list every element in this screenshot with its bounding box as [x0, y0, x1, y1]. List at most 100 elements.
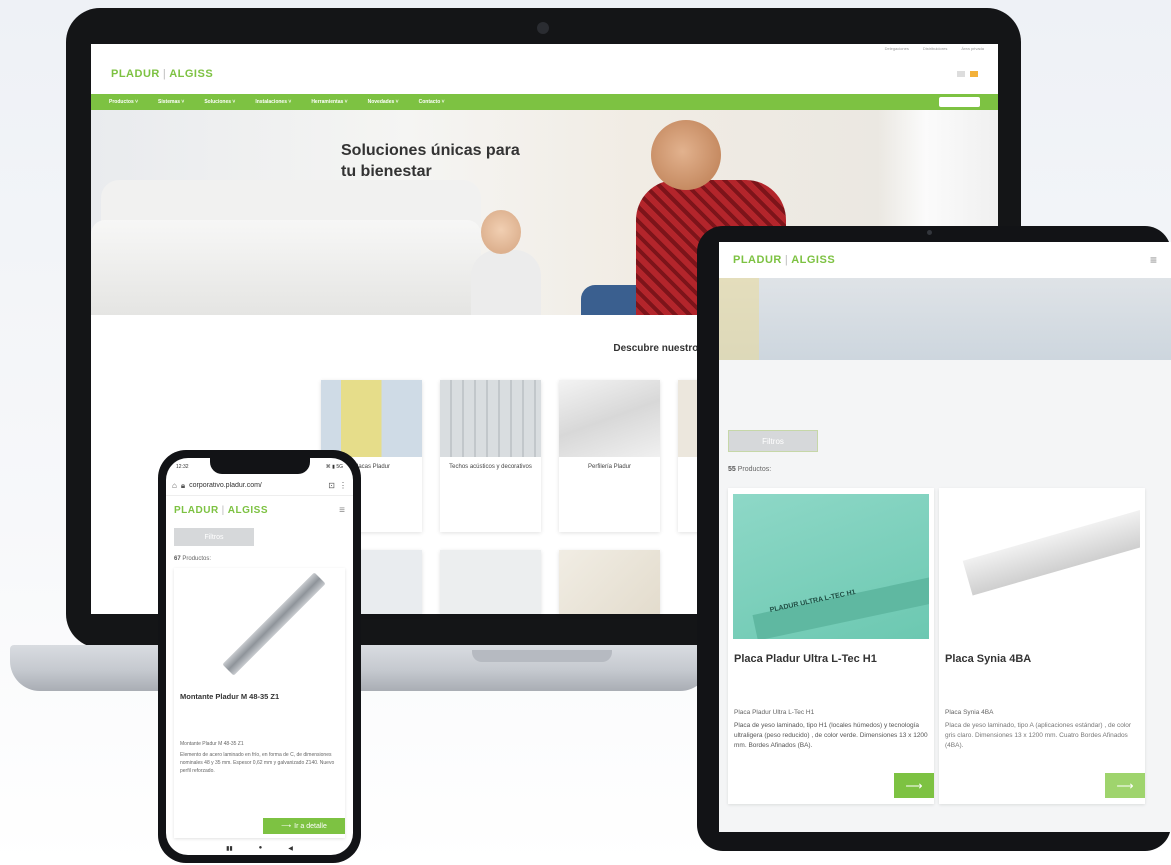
nav-soluciones[interactable]: Soluciones ˅	[204, 99, 235, 105]
language-flags[interactable]	[957, 71, 978, 77]
topbar-link-area-privada[interactable]: Área privada	[961, 46, 984, 52]
filters-button[interactable]: Filtros	[174, 528, 254, 546]
search-label: Buscar	[953, 99, 970, 105]
phone-notch	[210, 458, 310, 474]
nav-novedades[interactable]: Novedades ˅	[368, 99, 399, 105]
arrow-right-icon: ⟶	[905, 778, 923, 793]
product-card-ultra-ltec[interactable]: PLADUR ULTRA L-TEC H1 Placa Pladur Ultra…	[728, 488, 934, 804]
tablet-header: PLADUR | ALGISS ≡	[719, 242, 1171, 278]
home-icon[interactable]: ⌂	[172, 481, 177, 490]
product-subtitle: Placa Pladur Ultra L-Tec H1	[734, 709, 815, 716]
product-subtitle: Placa Synia 4BA	[945, 709, 994, 716]
logo-left: PLADUR	[111, 68, 160, 80]
board-profile	[962, 508, 1140, 596]
product-card-label: Perfilería Pladur	[587, 464, 632, 470]
product-card-montante[interactable]: Montante Pladur M 48-35 Z1 Montante Plad…	[174, 568, 345, 838]
nav-contacto[interactable]: Contacto ˅	[419, 99, 445, 105]
hero-baby-body	[471, 250, 541, 315]
logo-right: ALGISS	[169, 68, 214, 80]
search-button[interactable]: ⌕ Buscar	[938, 97, 980, 107]
pladur-logo[interactable]: PLADUR | ALGISS	[174, 505, 268, 516]
product-count: 67 Productos:	[166, 546, 353, 568]
product-count-label: Productos:	[182, 556, 212, 562]
laptop-camera	[537, 22, 549, 34]
lock-icon: 🔒︎	[180, 480, 186, 490]
product-description: Placa de yeso laminado, tipo A (aplicaci…	[945, 722, 1132, 749]
phone-screen: 12:32 ⌘ ▮ 5G ⌂ 🔒︎ corporativo.pladur.com…	[166, 458, 353, 855]
product-card-row2-3[interactable]	[559, 550, 660, 614]
nav-instalaciones[interactable]: Instalaciones ˅	[255, 99, 291, 105]
phone-header: PLADUR | ALGISS ≡	[166, 496, 353, 524]
product-card-label: Techos acústicos y decorativos	[449, 464, 532, 470]
product-image-synia	[944, 494, 1140, 639]
nav-productos[interactable]: Productos ˅	[109, 99, 138, 105]
logo-sep: |	[162, 68, 167, 80]
status-icons: ⌘ ▮ 5G	[325, 464, 343, 470]
filters-button[interactable]: Filtros	[728, 430, 818, 452]
product-card-synia[interactable]: Placa Synia 4BA Placa Synia 4BA Placa de…	[939, 488, 1145, 804]
arrow-right-icon: ⟶	[1116, 778, 1134, 793]
logo-sep: |	[784, 254, 789, 266]
flag-icon[interactable]	[957, 71, 965, 77]
topbar-link-distribuidores[interactable]: Distribuidores	[923, 46, 947, 52]
product-image-montante	[174, 568, 345, 678]
product-image-placas	[321, 380, 422, 457]
logo-left: PLADUR	[174, 504, 219, 516]
product-image-techos	[440, 380, 541, 457]
more-options-icon[interactable]: ⋮	[339, 481, 347, 490]
product-count-value: 55	[728, 466, 736, 473]
arrow-right-icon: ⟶	[281, 823, 292, 830]
laptop-notch	[472, 650, 612, 662]
banner-insulation-band	[719, 278, 759, 360]
hero-person-head	[651, 120, 721, 190]
product-image-ultra-ltec: PLADUR ULTRA L-TEC H1	[733, 494, 929, 639]
product-description: Placa de yeso laminado, tipo H1 (locales…	[734, 722, 928, 749]
tablet-screen: PLADUR | ALGISS ≡ Filtros 55 Productos: PL…	[719, 242, 1171, 832]
hero-sofa	[91, 220, 481, 315]
tabs-icon[interactable]: ⊡	[328, 481, 335, 490]
product-card-techos[interactable]: Techos acústicos y decorativos	[440, 380, 541, 532]
product-card-row2-2[interactable]	[440, 550, 541, 614]
nav-herramientas[interactable]: Herramientas ˅	[311, 99, 347, 105]
phone-system-nav: ▮▮ ● ◀	[166, 841, 353, 855]
laptop-main-nav: Productos ˅ Sistemas ˅ Soluciones ˅ Inst…	[91, 94, 998, 110]
hero-baby-head	[481, 210, 521, 254]
product-count-value: 67	[174, 556, 181, 562]
product-count: 55 Productos:	[728, 466, 771, 473]
status-time: 12:32	[176, 464, 189, 470]
pladur-logo[interactable]: PLADUR | ALGISS	[111, 68, 213, 80]
product-card-perfileria[interactable]: Perfilería Pladur	[559, 380, 660, 532]
flag-spain-icon[interactable]	[970, 71, 978, 77]
metal-rail	[222, 572, 326, 676]
logo-left: PLADUR	[733, 254, 782, 266]
product-title[interactable]: Montante Pladur M 48-35 Z1	[174, 678, 345, 701]
hamburger-menu-icon[interactable]: ≡	[1150, 253, 1157, 267]
topbar-link-delegaciones[interactable]: Delegaciones	[885, 46, 909, 52]
logo-right: ALGISS	[227, 504, 269, 516]
logo-right: ALGISS	[791, 254, 836, 266]
laptop-header: PLADUR | ALGISS	[91, 54, 998, 94]
tablet-camera	[927, 230, 932, 235]
product-title[interactable]: Placa Synia 4BA	[939, 639, 1145, 665]
go-to-detail-button[interactable]: ⟶	[1105, 773, 1145, 798]
product-count-label: Productos:	[737, 466, 772, 473]
product-description: Elemento de acero laminado en frío, en f…	[180, 752, 335, 774]
laptop-topbar: Delegaciones Distribuidores Área privada	[91, 44, 998, 54]
go-to-detail-button[interactable]: ⟶ Ir a detalle	[263, 818, 345, 834]
pladur-logo[interactable]: PLADUR | ALGISS	[733, 254, 835, 266]
back-icon[interactable]: ◀	[288, 845, 293, 852]
logo-sep: |	[221, 504, 225, 516]
recents-icon[interactable]: ▮▮	[226, 845, 233, 852]
product-title[interactable]: Placa Pladur Ultra L-Tec H1	[728, 639, 934, 665]
url-text[interactable]: corporativo.pladur.com/	[189, 482, 324, 489]
hero-title-line1: Soluciones únicas para	[341, 142, 520, 159]
nav-sistemas[interactable]: Sistemas ˅	[158, 99, 184, 105]
product-image-perfileria	[559, 380, 660, 457]
product-subtitle: Montante Pladur M 48-35 Z1	[180, 741, 244, 747]
hero-title-line2: tu bienestar	[341, 163, 432, 180]
go-to-detail-button[interactable]: ⟶	[894, 773, 934, 798]
hamburger-menu-icon[interactable]: ≡	[339, 505, 345, 516]
browser-url-bar[interactable]: ⌂ 🔒︎ corporativo.pladur.com/ ⊡ ⋮	[166, 476, 353, 496]
home-button-icon[interactable]: ●	[259, 845, 263, 851]
go-to-detail-label: Ir a detalle	[294, 822, 327, 830]
